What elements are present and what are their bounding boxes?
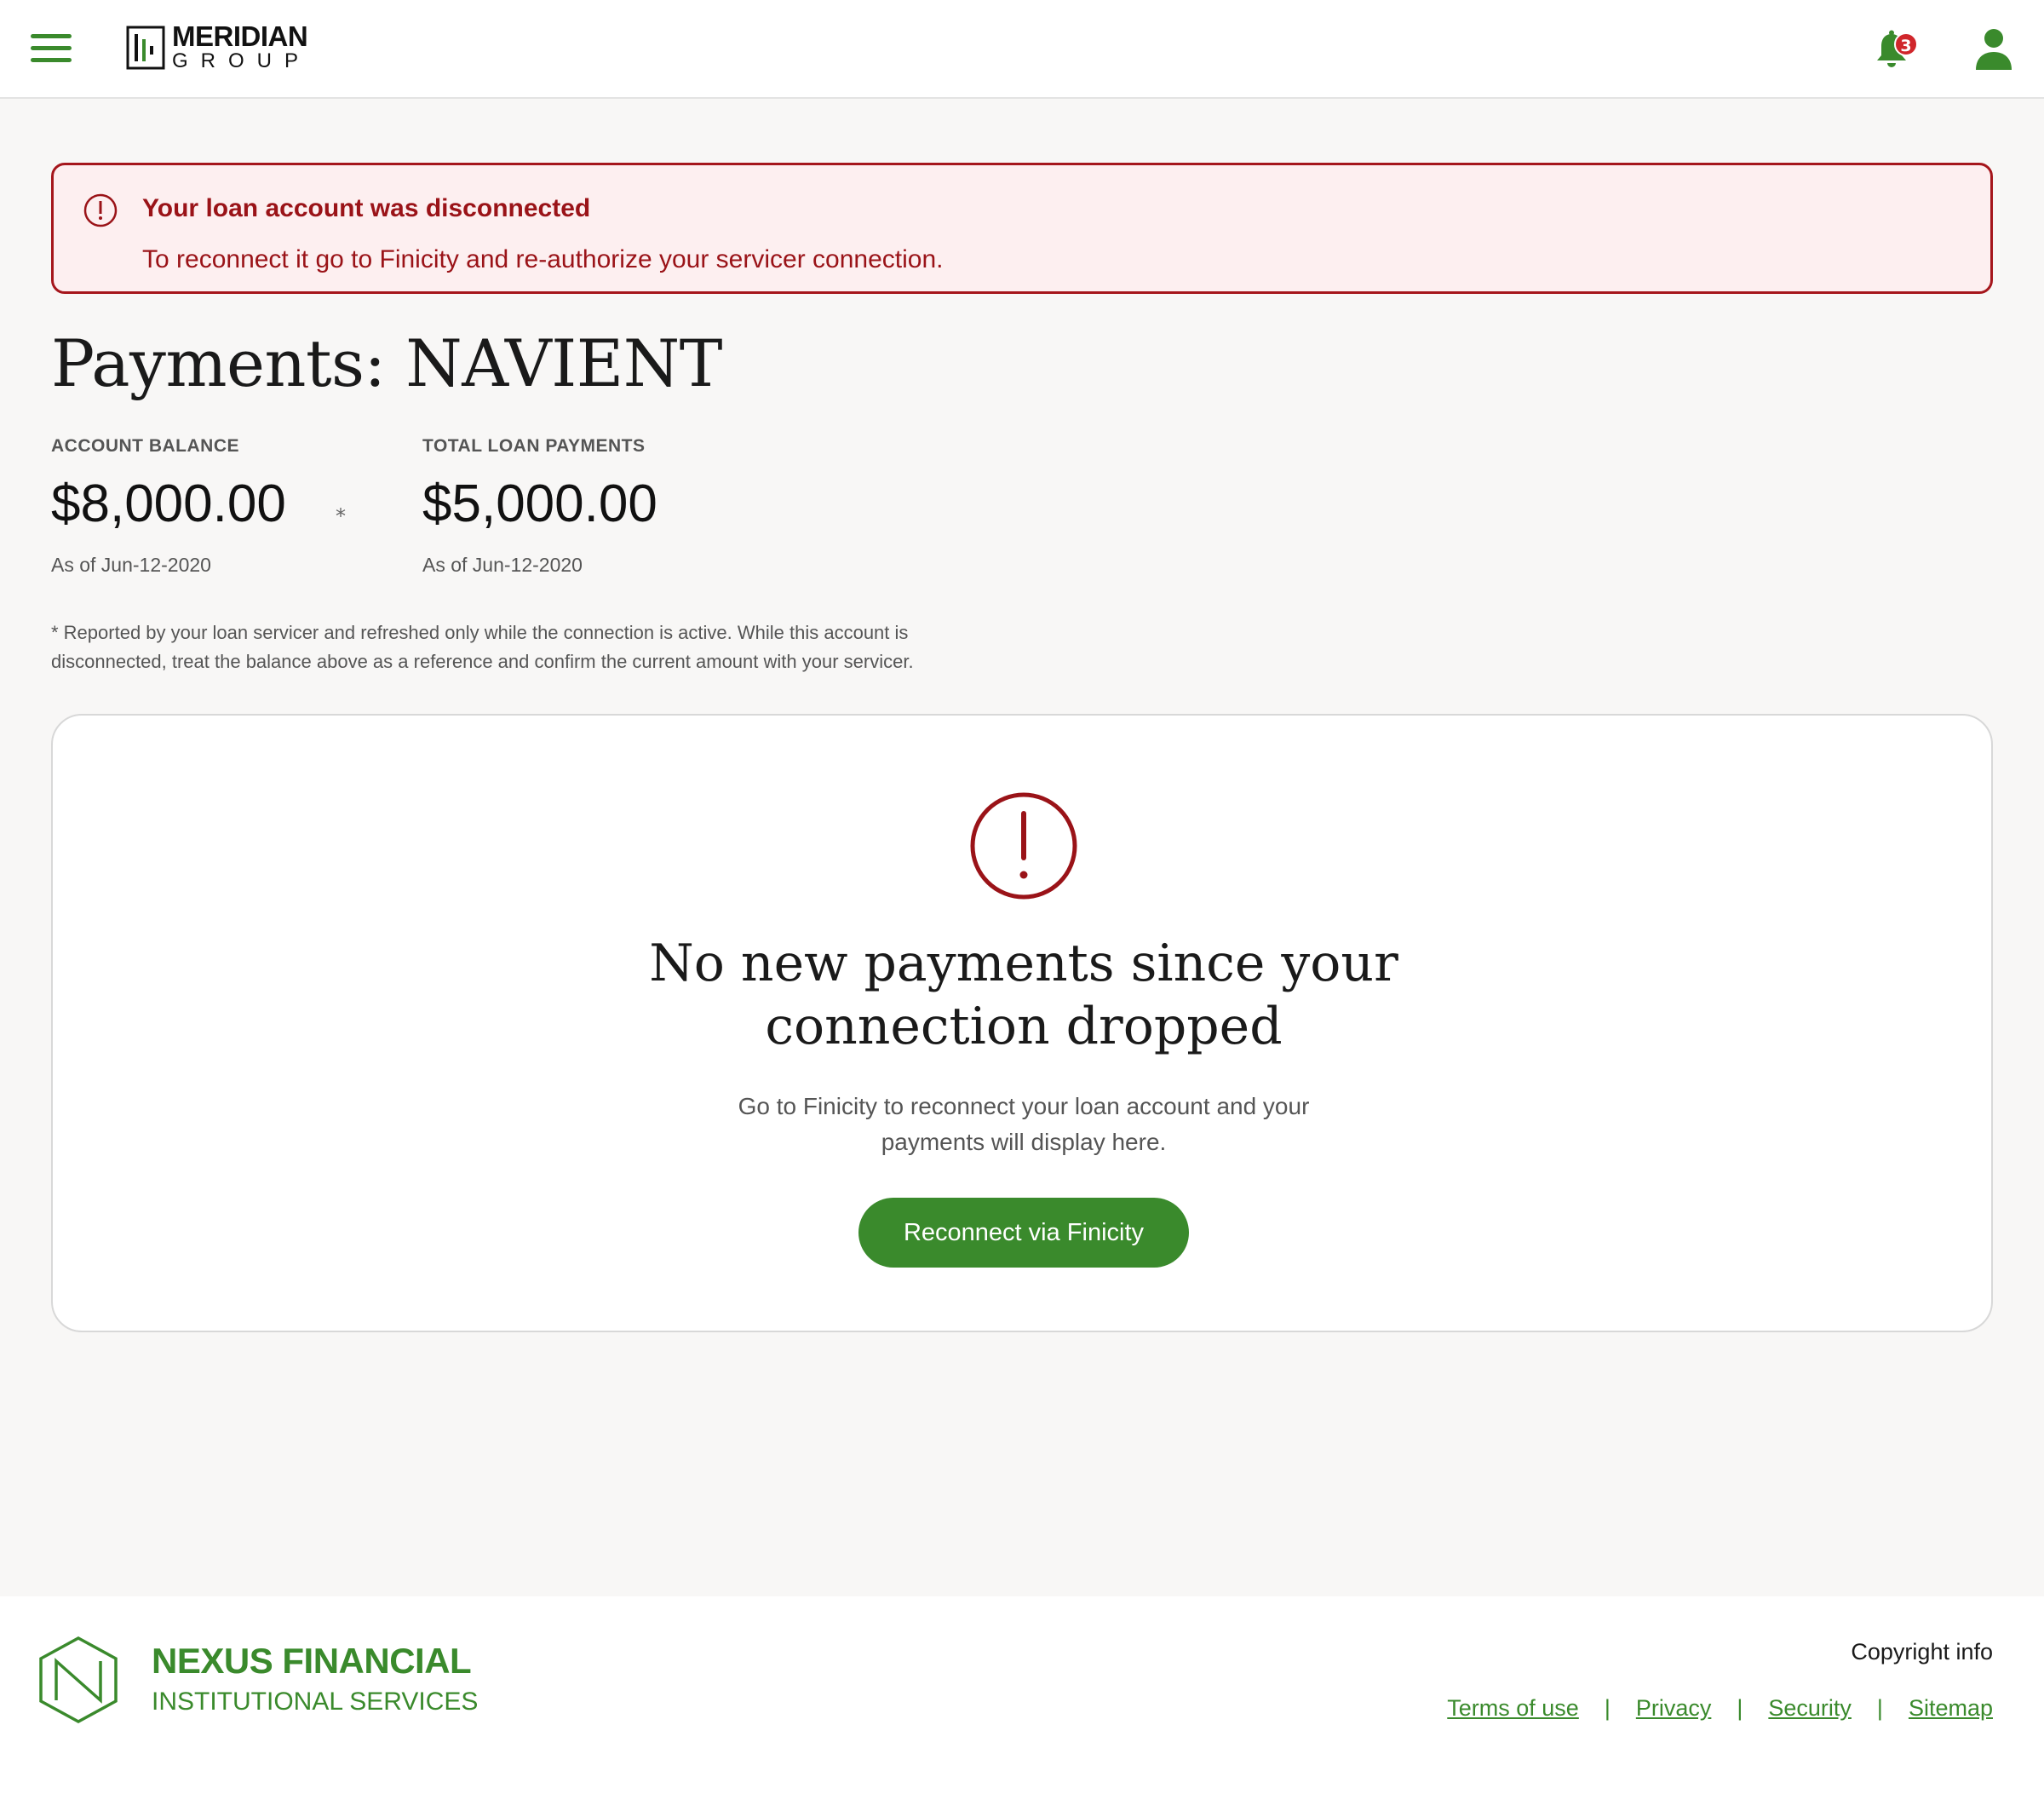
- empty-state-message: Go to Finicity to reconnect your loan ac…: [683, 1089, 1364, 1160]
- reconnect-button[interactable]: Reconnect via Finicity: [858, 1198, 1189, 1268]
- footnote-line-2: disconnected, treat the balance above as…: [51, 651, 914, 672]
- exclamation-circle-icon: [83, 193, 118, 227]
- account-balance-label: ACCOUNT BALANCE: [51, 436, 239, 456]
- footnote-line-1: * Reported by your loan servicer and ref…: [51, 622, 909, 643]
- footer-link-sitemap[interactable]: Sitemap: [1909, 1695, 1993, 1722]
- total-payments-value: $5,000.00: [422, 474, 657, 533]
- copyright-info: Copyright info: [1851, 1639, 1993, 1665]
- total-payments-label: TOTAL LOAN PAYMENTS: [422, 436, 646, 456]
- footer-link-privacy[interactable]: Privacy: [1636, 1695, 1712, 1722]
- balance-footnote-marker: *: [336, 504, 346, 528]
- nexus-hexagon-logo-icon: [39, 1636, 118, 1723]
- logo-main-text: MERIDIAN: [172, 20, 308, 52]
- account-balance-date: As of Jun-12-2020: [51, 554, 211, 576]
- empty-state-card: No new payments since your connection dr…: [51, 714, 1993, 1332]
- empty-state-message-line-1: Go to Finicity to reconnect your loan ac…: [738, 1093, 1310, 1119]
- account-balance-value: $8,000.00: [51, 474, 286, 533]
- top-header: MERIDIAN GROUP 3: [0, 0, 2044, 99]
- footer-link-security[interactable]: Security: [1768, 1695, 1852, 1722]
- logo-sub-text: GROUP: [172, 49, 312, 72]
- page-footer: NEXUS FINANCIAL INSTITUTIONAL SERVICES C…: [0, 1596, 2044, 1817]
- balance-footnote: * Reported by your loan servicer and ref…: [51, 618, 1073, 676]
- exclamation-circle-icon: [970, 792, 1077, 900]
- page-title: Payments: NAVIENT: [51, 325, 722, 401]
- empty-state-message-line-2: payments will display here.: [881, 1129, 1167, 1155]
- alert-message: To reconnect it go to Finicity and re-au…: [142, 245, 944, 273]
- empty-state-title-line-2: connection dropped: [765, 997, 1283, 1056]
- meridian-logo[interactable]: MERIDIAN GROUP: [126, 22, 311, 73]
- footer-brand: NEXUS FINANCIAL INSTITUTIONAL SERVICES: [152, 1639, 478, 1721]
- empty-state-title-line-1: No new payments since your: [649, 934, 1398, 993]
- footer-brand-line-2: INSTITUTIONAL SERVICES: [152, 1688, 479, 1716]
- meridian-logo-icon: [126, 26, 165, 70]
- footer-brand-line-1: NEXUS FINANCIAL: [152, 1641, 472, 1681]
- footer-links: Terms of use | Privacy | Security | Site…: [1447, 1695, 1993, 1722]
- footer-link-terms[interactable]: Terms of use: [1447, 1695, 1579, 1722]
- total-payments-date: As of Jun-12-2020: [422, 554, 583, 576]
- footer-separator: |: [1876, 1695, 1883, 1721]
- notification-badge: 3: [1894, 32, 1918, 56]
- alert-title: Your loan account was disconnected: [142, 194, 591, 222]
- disconnected-alert: Your loan account was disconnected To re…: [51, 163, 1993, 294]
- footer-separator: |: [1737, 1695, 1743, 1721]
- user-icon[interactable]: [1972, 27, 2015, 72]
- footer-separator: |: [1604, 1695, 1611, 1721]
- hamburger-menu-icon[interactable]: [31, 32, 72, 65]
- empty-state-title: No new payments since your connection dr…: [342, 932, 1705, 1058]
